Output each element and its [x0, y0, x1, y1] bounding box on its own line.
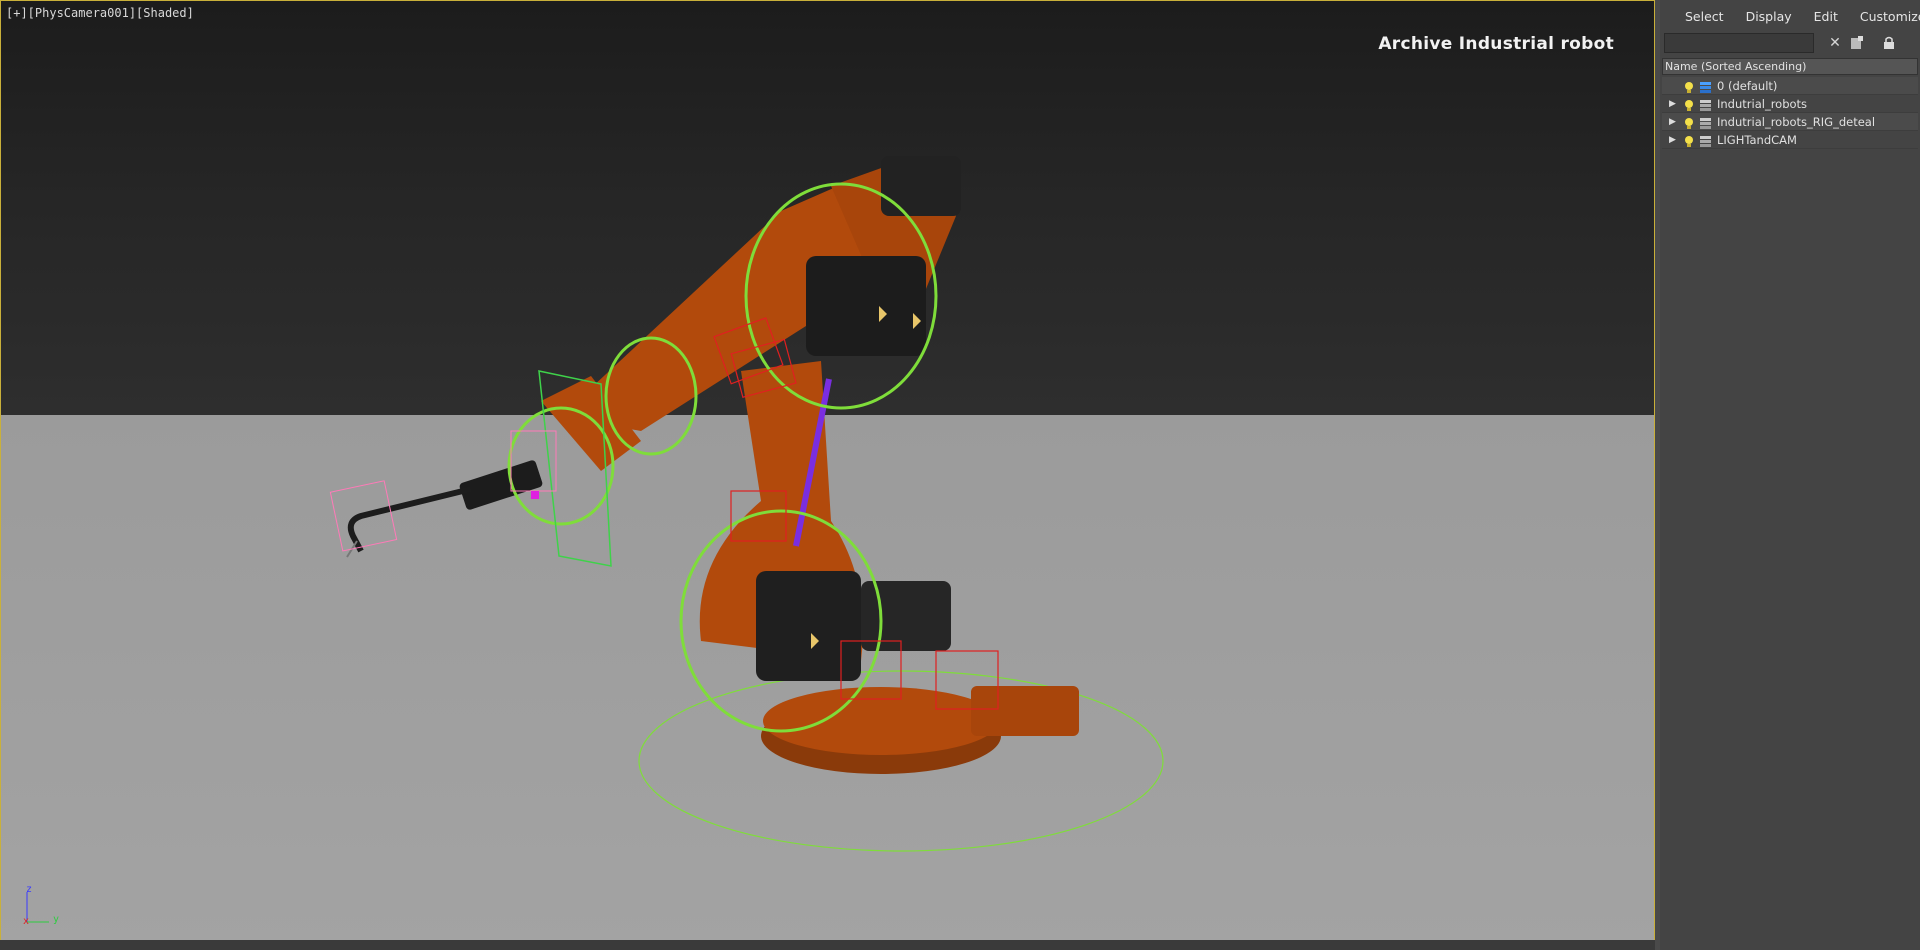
expand-arrow-icon[interactable]: ▶ — [1669, 131, 1679, 149]
expand-arrow-icon[interactable]: ▶ — [1669, 113, 1679, 131]
axis-y-label: y — [53, 914, 60, 925]
search-row: ✕ — [1664, 33, 1918, 55]
menu-display[interactable]: Display — [1735, 9, 1803, 24]
viewport[interactable]: [+][PhysCamera001][Shaded] Archive Indus… — [0, 0, 1655, 948]
active-layer-icon — [1699, 80, 1712, 93]
lightbulb-icon[interactable] — [1684, 134, 1694, 147]
layer-options-icon[interactable] — [1848, 34, 1866, 52]
expand-arrow-icon[interactable]: ▶ — [1669, 95, 1679, 113]
robot-welding-torch — [347, 486, 472, 553]
wrist-marker — [531, 491, 539, 499]
layer-row[interactable]: 0 (default) — [1662, 77, 1918, 95]
layer-icon — [1699, 134, 1712, 147]
axis-tripod: z y x — [19, 884, 69, 927]
viewport-bottom-strip — [0, 940, 1655, 950]
menu-select[interactable]: Select — [1674, 9, 1735, 24]
robot-motor-upper — [806, 256, 926, 356]
explorer-menu: Select Display Edit Customize — [1660, 0, 1920, 32]
lightbulb-icon[interactable] — [1684, 80, 1694, 93]
menu-edit[interactable]: Edit — [1803, 9, 1849, 24]
viewport-title: Archive Industrial robot — [1378, 34, 1614, 54]
lightbulb-icon[interactable] — [1684, 98, 1694, 111]
tool-boxes-pink — [329, 430, 557, 552]
layer-row[interactable]: ▶ Indutrial_robots_RIG_deteal — [1662, 113, 1918, 131]
layer-name: Indutrial_robots_RIG_deteal — [1717, 115, 1876, 129]
robot-motor-lower — [756, 571, 861, 681]
scene-explorer: Select Display Edit Customize ✕ Name (So… — [1660, 0, 1920, 950]
clear-search-icon[interactable]: ✕ — [1826, 34, 1844, 52]
layer-icon — [1699, 116, 1712, 129]
axis-z-label: z — [26, 884, 33, 895]
layer-name: Indutrial_robots — [1717, 97, 1808, 111]
lock-icon[interactable] — [1880, 34, 1898, 52]
column-header[interactable]: Name (Sorted Ascending) — [1662, 58, 1918, 75]
layer-row[interactable]: ▶ LIGHTandCAM — [1662, 131, 1918, 149]
layer-icon — [1699, 98, 1712, 111]
layer-row[interactable]: ▶ Indutrial_robots — [1662, 95, 1918, 113]
menu-customize[interactable]: Customize — [1849, 9, 1920, 24]
axis-x-label: x — [23, 916, 30, 927]
layer-name: LIGHTandCAM — [1717, 133, 1797, 147]
search-input[interactable] — [1664, 33, 1814, 53]
layer-tree: 0 (default) ▶ Indutrial_robots ▶ Indutri… — [1662, 77, 1918, 149]
layer-name: 0 (default) — [1717, 79, 1778, 93]
viewport-label[interactable]: [+][PhysCamera001][Shaded] — [6, 6, 194, 20]
lightbulb-icon[interactable] — [1684, 116, 1694, 129]
robot-scene[interactable] — [1, 1, 1655, 948]
